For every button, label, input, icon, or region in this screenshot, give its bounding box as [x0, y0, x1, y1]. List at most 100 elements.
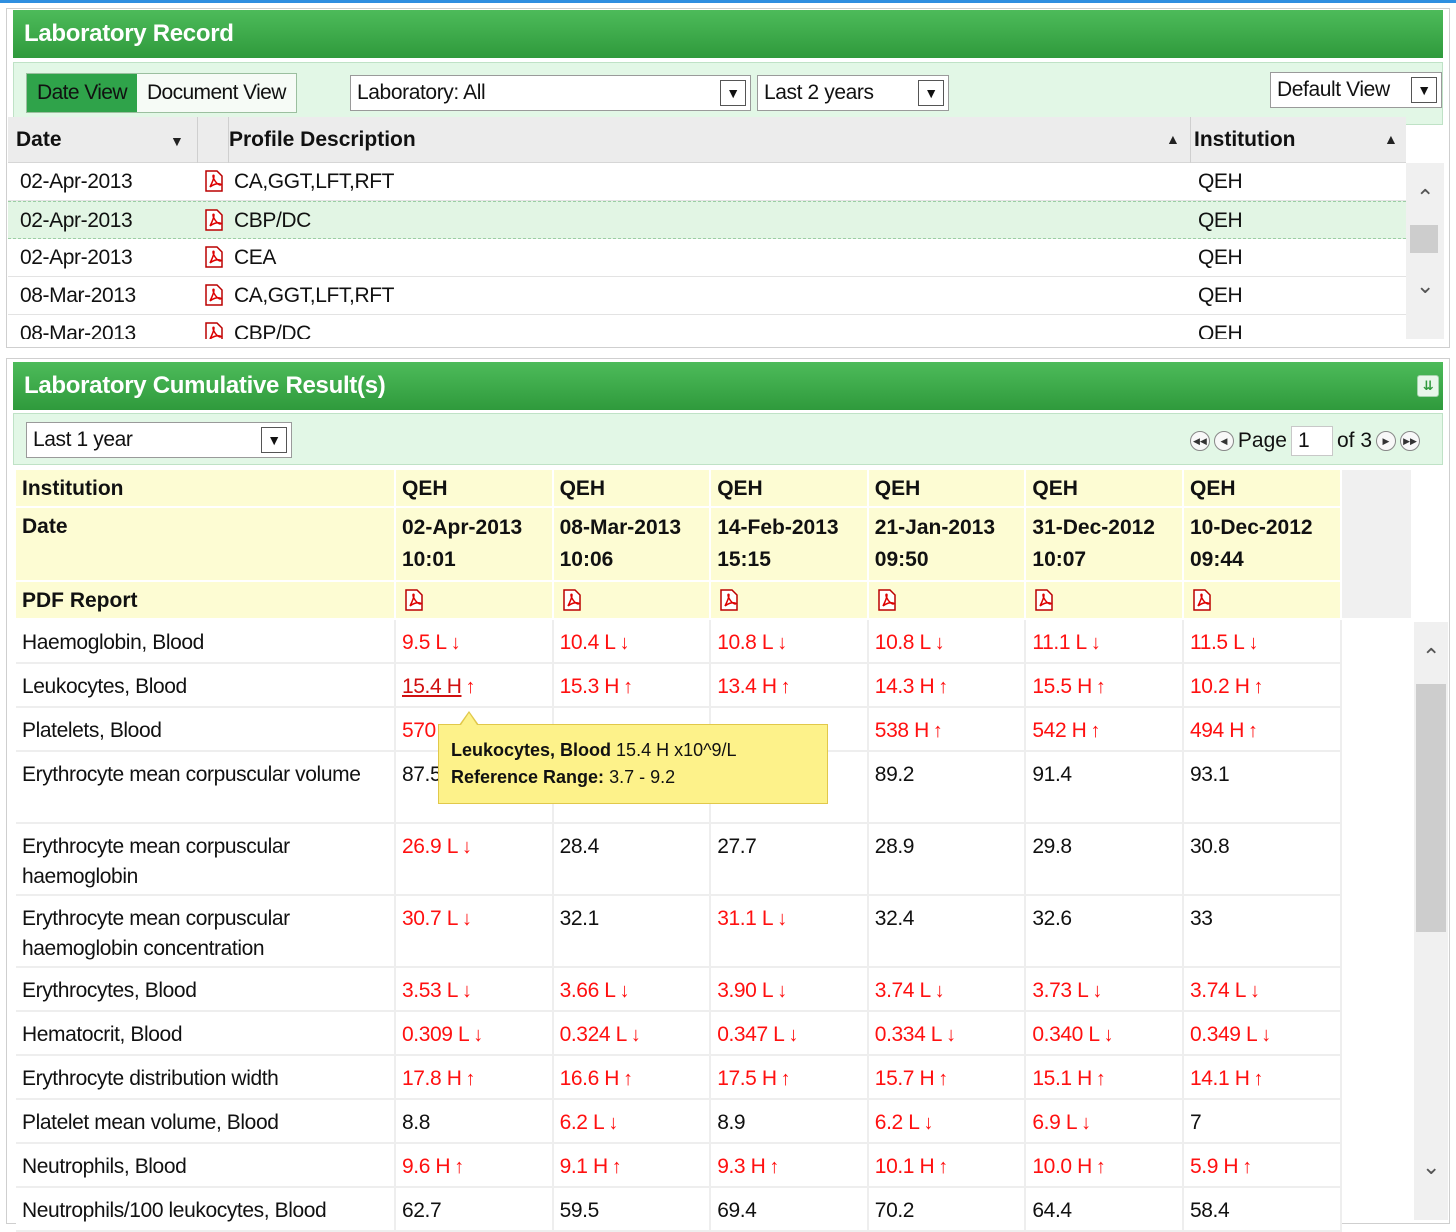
pdf-report-cell[interactable]	[1026, 582, 1184, 620]
result-cell[interactable]: 0.347 L ↓	[711, 1012, 869, 1056]
chevron-down-icon[interactable]: ▼	[720, 80, 746, 106]
result-cell[interactable]: 10.1 H ↑	[868, 1144, 1027, 1188]
pdf-icon[interactable]	[202, 208, 226, 232]
result-cell[interactable]: 542 H ↑	[1026, 708, 1184, 752]
pdf-report-cell[interactable]	[1184, 582, 1342, 620]
pdf-report-cell[interactable]	[553, 582, 712, 620]
page-input[interactable]: 1	[1290, 426, 1333, 456]
result-cell[interactable]: 17.8 H ↑	[396, 1056, 554, 1100]
result-cell[interactable]: 0.349 L ↓	[1184, 1012, 1342, 1056]
pdf-icon[interactable]	[202, 321, 226, 339]
result-period-select[interactable]: Last 1 year ▼	[26, 422, 292, 458]
result-cell[interactable]: 31.1 L ↓	[711, 896, 869, 968]
result-cell[interactable]: 3.53 L ↓	[396, 968, 554, 1012]
sort-desc-icon[interactable]: ▼	[170, 133, 184, 149]
record-row[interactable]: 02-Apr-2013 CA,GGT,LFT,RFT QEH	[8, 163, 1406, 201]
pdf-icon[interactable]	[402, 589, 426, 617]
result-cell[interactable]: 9.6 H ↑	[396, 1144, 554, 1188]
record-row-selected[interactable]: 02-Apr-2013 CBP/DC QEH	[8, 201, 1406, 239]
result-cell[interactable]: 9.5 L ↓	[396, 620, 554, 664]
result-cell[interactable]: 30.7 L ↓	[396, 896, 554, 968]
record-row[interactable]: 02-Apr-2013 CEA QEH	[8, 239, 1406, 277]
document-view-button[interactable]: Document View	[137, 74, 296, 112]
result-cell[interactable]: 15.4 H ↑	[396, 664, 554, 708]
column-datetime: 02-Apr-2013 10:01	[396, 508, 554, 582]
pdf-report-cell[interactable]	[396, 582, 554, 620]
collapse-icon[interactable]: ⇊	[1417, 375, 1439, 397]
sort-icon[interactable]: ▲︎	[1166, 131, 1180, 147]
default-view-select[interactable]: Default View ▼	[1270, 72, 1442, 108]
result-cell[interactable]: 3.74 L ↓	[868, 968, 1027, 1012]
result-cell[interactable]: 6.2 L ↓	[868, 1100, 1027, 1144]
pdf-report-cell[interactable]	[868, 582, 1027, 620]
pdf-icon[interactable]	[202, 169, 226, 193]
result-cell[interactable]: 0.340 L ↓	[1026, 1012, 1184, 1056]
result-cell[interactable]: 10.4 L ↓	[553, 620, 712, 664]
first-page-icon[interactable]: ◀◀	[1189, 431, 1210, 451]
result-cell[interactable]: 3.73 L ↓	[1026, 968, 1184, 1012]
result-cell[interactable]: 494 H ↑	[1184, 708, 1342, 752]
result-cell[interactable]: 5.9 H ↑	[1184, 1144, 1342, 1188]
laboratory-select[interactable]: Laboratory: All ▼	[350, 75, 751, 111]
chevron-down-icon[interactable]: ▼	[261, 427, 287, 453]
result-cell[interactable]: 11.1 L ↓	[1026, 620, 1184, 664]
pdf-icon[interactable]	[202, 283, 226, 307]
result-cell[interactable]: 3.74 L ↓	[1184, 968, 1342, 1012]
scrollbar-thumb[interactable]	[1416, 684, 1446, 932]
pdf-icon[interactable]	[1032, 589, 1056, 617]
result-cell[interactable]: 14.3 H ↑	[868, 664, 1027, 708]
result-cell[interactable]: 10.8 L ↓	[868, 620, 1027, 664]
result-cell[interactable]: 538 H ↑	[868, 708, 1027, 752]
result-cell[interactable]: 10.2 H ↑	[1184, 664, 1342, 708]
result-cell[interactable]: 16.6 H ↑	[553, 1056, 712, 1100]
chevron-up-icon[interactable]: ⌃	[1416, 185, 1434, 211]
chevron-down-icon[interactable]: ⌄	[1422, 1154, 1440, 1180]
last-page-icon[interactable]: ▶▶	[1400, 431, 1420, 451]
results-scrollbar[interactable]: ⌃ ⌄	[1414, 622, 1448, 1220]
date-view-button[interactable]: Date View	[27, 74, 137, 112]
record-row[interactable]: 08-Mar-2013 CA,GGT,LFT,RFT QEH	[8, 277, 1406, 315]
pdf-icon[interactable]	[560, 589, 584, 617]
result-cell[interactable]: 10.0 H ↑	[1026, 1144, 1184, 1188]
column-datetime: 14-Feb-2013 15:15	[711, 508, 869, 582]
column-header-profile[interactable]: Profile Description	[229, 117, 416, 163]
pdf-icon[interactable]	[717, 589, 741, 617]
record-scrollbar[interactable]: ⌃ ⌄	[1406, 163, 1444, 339]
scrollbar-thumb[interactable]	[1410, 225, 1438, 253]
result-cell[interactable]: 6.2 L ↓	[553, 1100, 712, 1144]
chevron-down-icon[interactable]: ⌄	[1416, 273, 1434, 299]
column-header-institution[interactable]: Institution	[1194, 117, 1295, 163]
prev-page-icon[interactable]: ◀	[1213, 431, 1234, 451]
result-cell[interactable]: 15.7 H ↑	[868, 1056, 1027, 1100]
result-cell[interactable]: 0.324 L ↓	[553, 1012, 712, 1056]
result-cell[interactable]: 26.9 L ↓	[396, 824, 554, 896]
next-page-icon[interactable]: ▶	[1376, 431, 1396, 451]
result-cell[interactable]: 0.309 L ↓	[396, 1012, 554, 1056]
result-cell[interactable]: 0.334 L ↓	[868, 1012, 1027, 1056]
result-cell[interactable]: 3.66 L ↓	[553, 968, 712, 1012]
chevron-down-icon[interactable]: ▼	[918, 80, 944, 106]
result-cell[interactable]: 15.3 H ↑	[553, 664, 712, 708]
result-cell[interactable]: 14.1 H ↑	[1184, 1056, 1342, 1100]
pdf-icon[interactable]	[875, 589, 899, 617]
result-cell[interactable]: 13.4 H ↑	[711, 664, 869, 708]
record-row[interactable]: 08-Mar-2013 CBP/DC QEH	[8, 315, 1406, 339]
result-cell[interactable]: 11.5 L ↓	[1184, 620, 1342, 664]
pdf-icon[interactable]	[1190, 589, 1214, 617]
result-cell[interactable]: 9.1 H ↑	[553, 1144, 712, 1188]
result-cell[interactable]: 9.3 H ↑	[711, 1144, 869, 1188]
chevron-down-icon[interactable]: ▼	[1411, 77, 1437, 103]
result-cell[interactable]: 15.1 H ↑	[1026, 1056, 1184, 1100]
chevron-up-icon[interactable]: ⌃	[1422, 644, 1440, 670]
result-cell[interactable]: 6.9 L ↓	[1026, 1100, 1184, 1144]
pdf-report-cell[interactable]	[711, 582, 869, 620]
result-cell[interactable]: 17.5 H ↑	[711, 1056, 869, 1100]
result-cell[interactable]: 3.90 L ↓	[711, 968, 869, 1012]
pdf-icon[interactable]	[202, 245, 226, 269]
period-select[interactable]: Last 2 years ▼	[757, 75, 949, 111]
result-cell[interactable]: 10.8 L ↓	[711, 620, 869, 664]
column-header-date[interactable]: Date	[16, 117, 62, 163]
record-institution: QEH	[1198, 284, 1243, 307]
sort-icon[interactable]: ▲︎	[1384, 131, 1398, 147]
result-cell[interactable]: 15.5 H ↑	[1026, 664, 1184, 708]
